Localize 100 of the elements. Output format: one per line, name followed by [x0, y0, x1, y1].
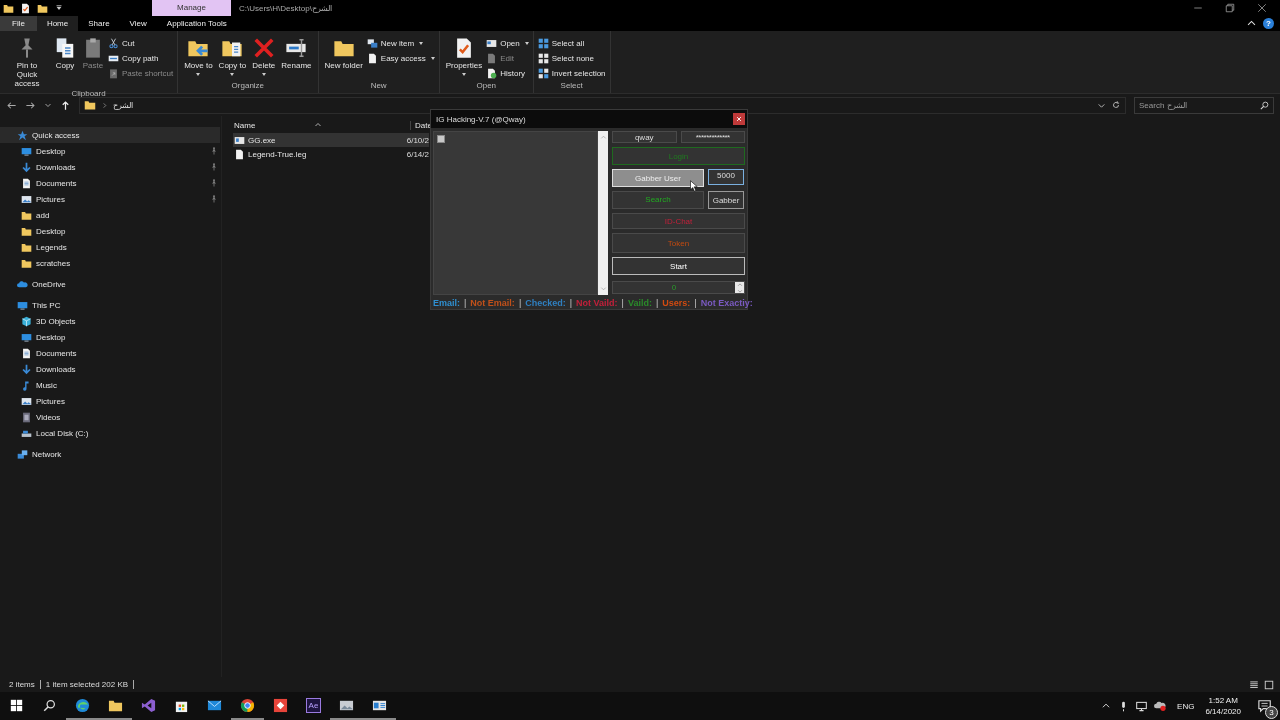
nav-item[interactable]: Pictures — [0, 191, 221, 207]
taskbar-button[interactable]: Ae — [297, 692, 330, 720]
ribbon-button[interactable]: New item — [366, 37, 435, 50]
password-field[interactable]: ************* — [680, 131, 745, 143]
legend-separator: | — [569, 298, 573, 308]
window-title: C:\Users\H\Desktop\الشرح — [238, 3, 332, 13]
windows-logo-icon — [10, 698, 23, 712]
download-icon — [21, 363, 32, 375]
ribbon-tab[interactable]: Share — [78, 16, 120, 31]
nav-item[interactable]: Desktop — [0, 223, 221, 239]
ribbon-button[interactable]: Select none — [537, 52, 606, 65]
chevron-up-icon[interactable] — [1101, 701, 1112, 711]
scrollbar[interactable] — [598, 131, 608, 295]
ribbon-tab[interactable]: Application Tools — [156, 16, 237, 31]
clock-time[interactable]: 1:52 AM — [1208, 695, 1238, 706]
nav-item[interactable]: Documents — [0, 345, 221, 361]
back-arrow-icon[interactable] — [6, 99, 17, 111]
document-icon — [21, 347, 32, 359]
chevron-down-icon[interactable] — [44, 101, 52, 109]
nav-item[interactable]: Local Disk (C:) — [0, 425, 221, 441]
ribbon-button[interactable]: Move to — [182, 33, 215, 80]
file-row[interactable]: Legend-True.leg 6/14/2 — [233, 147, 429, 161]
language-indicator[interactable]: ENG — [1173, 701, 1199, 711]
help-button[interactable]: ? — [1263, 18, 1274, 29]
search-button[interactable]: Search — [612, 191, 704, 209]
document-check-icon[interactable] — [20, 2, 31, 14]
folder-icon — [21, 257, 32, 269]
cloud-icon[interactable] — [1154, 700, 1167, 712]
ribbon-button[interactable]: Invert selection — [537, 67, 606, 80]
search-input[interactable]: Search الشرح — [1139, 100, 1260, 110]
picture-icon — [21, 193, 32, 205]
nav-item[interactable]: Desktop — [0, 143, 221, 159]
nav-item[interactable]: Documents — [0, 175, 221, 191]
nav-item[interactable]: Desktop — [0, 329, 221, 345]
ribbon-button[interactable]: Easy access — [366, 52, 435, 65]
nav-item[interactable]: Downloads — [0, 361, 221, 377]
music-note-icon — [21, 379, 32, 391]
username-field[interactable]: qway — [612, 131, 677, 143]
search-icon — [1260, 100, 1269, 110]
clock-date[interactable]: 6/14/2020 — [1205, 706, 1241, 717]
ribbon-button[interactable]: Select all — [537, 37, 606, 50]
count-field[interactable]: 5000 — [708, 169, 744, 185]
nav-item[interactable]: Legends — [0, 239, 221, 255]
column-header[interactable]: Name — [234, 120, 314, 130]
large-icons-view-icon[interactable] — [1264, 679, 1274, 690]
nav-label: Desktop — [36, 226, 67, 236]
forward-arrow-icon[interactable] — [25, 99, 36, 111]
chevron-up-icon — [599, 134, 607, 141]
context-tab[interactable]: Manage — [152, 0, 231, 16]
nav-item[interactable]: Quick access — [0, 127, 220, 143]
nav-item[interactable]: Network — [0, 446, 220, 462]
refresh-icon[interactable] — [1111, 100, 1121, 110]
ribbon-button[interactable]: Delete — [250, 33, 278, 80]
legend-label: Not Exactiy: — [700, 298, 753, 308]
nav-label: Videos — [36, 412, 62, 422]
nav-item[interactable]: OneDrive — [0, 276, 220, 292]
notification-icon[interactable] — [1258, 699, 1272, 713]
ribbon-button[interactable]: Rename — [279, 33, 314, 80]
legend-separator: | — [621, 298, 624, 308]
grabber-button[interactable]: Gabber — [708, 191, 744, 209]
up-arrow-icon[interactable] — [60, 99, 71, 111]
nav-item[interactable]: scratches — [0, 255, 221, 271]
ribbon-button[interactable]: Properties — [443, 33, 485, 80]
new-item-icon — [366, 38, 378, 49]
number-spinner[interactable]: 0 — [612, 281, 745, 294]
nav-item[interactable]: This PC — [0, 297, 220, 313]
nav-label: scratches — [36, 258, 72, 268]
ribbon-button[interactable]: Open — [486, 37, 529, 50]
ribbon-button[interactable]: Copy — [52, 33, 78, 88]
ribbon-button[interactable]: New folder — [322, 33, 365, 80]
folder-icon[interactable] — [37, 2, 48, 14]
download-icon — [21, 161, 32, 173]
ribbon-button[interactable]: Copy path — [108, 52, 174, 65]
ribbon-tab[interactable]: View — [119, 16, 157, 31]
ribbon-tab[interactable]: Home — [36, 16, 79, 31]
nav-item[interactable]: Videos — [0, 409, 221, 425]
documents-icon — [54, 37, 76, 59]
ribbon-button[interactable]: History — [486, 67, 529, 80]
monitor-icon — [21, 145, 32, 157]
nav-item[interactable]: add — [0, 207, 221, 223]
monitor-icon[interactable] — [1136, 700, 1148, 712]
restore-icon[interactable] — [1224, 2, 1236, 14]
details-view-icon[interactable] — [1249, 679, 1259, 690]
close-button[interactable] — [733, 113, 745, 125]
nav-item[interactable]: Music — [0, 377, 221, 393]
nav-item[interactable]: Pictures — [0, 393, 221, 409]
ribbon-button[interactable]: Pin to Quick access — [4, 33, 50, 88]
ribbon-button[interactable]: Cut — [108, 37, 174, 50]
search-field[interactable]: Search الشرح — [1134, 96, 1274, 114]
start-button[interactable]: Start — [612, 257, 745, 275]
folder-icon[interactable] — [3, 2, 14, 14]
checkbox[interactable] — [437, 135, 445, 143]
file-row[interactable]: GG.exe 6/10/2 — [233, 133, 429, 147]
ribbon-button[interactable]: Copy to — [216, 33, 249, 80]
nav-label: Desktop — [36, 332, 67, 342]
close-icon[interactable] — [1256, 2, 1268, 14]
nav-item[interactable]: 3D Objects — [0, 313, 221, 329]
nav-item[interactable]: Downloads — [0, 159, 221, 175]
ribbon-tab[interactable]: File — [0, 16, 37, 31]
caret-icon — [419, 42, 424, 45]
